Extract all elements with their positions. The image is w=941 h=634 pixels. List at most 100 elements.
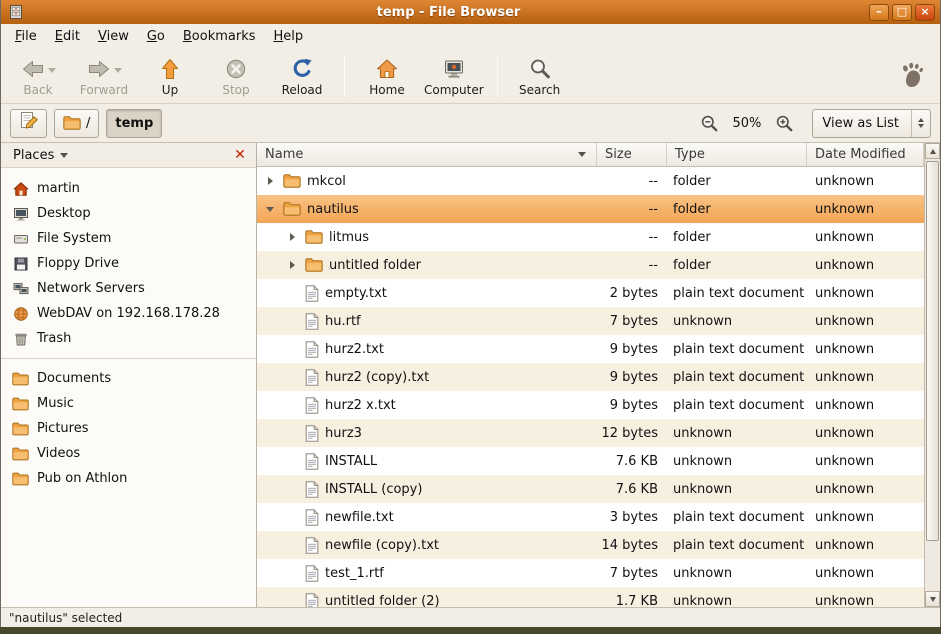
- content-area: Places ✕ martin Desktop File System Floppy …: [1, 143, 940, 607]
- menu-help[interactable]: Help: [265, 26, 313, 47]
- column-header-type[interactable]: Type: [667, 143, 807, 167]
- current-path-button[interactable]: temp: [106, 109, 162, 138]
- table-row[interactable]: newfile (copy).txt14 bytesplain text doc…: [257, 531, 924, 559]
- file-name: untitled folder (2): [325, 594, 440, 608]
- reload-button[interactable]: Reload: [273, 52, 331, 100]
- column-header-size[interactable]: Size: [597, 143, 667, 167]
- table-row[interactable]: hurz312 bytesunknownunknown: [257, 419, 924, 447]
- table-row[interactable]: INSTALL (copy)7.6 KBunknownunknown: [257, 475, 924, 503]
- root-path-button[interactable]: /: [54, 109, 99, 138]
- expand-arrow-icon[interactable]: [263, 177, 277, 185]
- maximize-button[interactable]: □: [892, 4, 912, 21]
- table-row[interactable]: mkcol--folderunknown: [257, 167, 924, 195]
- document-icon: [305, 397, 319, 414]
- column-header-date-modified[interactable]: Date Modified: [807, 143, 924, 167]
- menu-bookmarks[interactable]: Bookmarks: [174, 26, 265, 47]
- close-button[interactable]: ×: [915, 4, 935, 21]
- scrollbar-thumb[interactable]: [926, 161, 939, 541]
- expand-arrow-icon[interactable]: [285, 261, 299, 269]
- edit-location-icon: [19, 111, 39, 135]
- column-header-name-label: Name: [265, 147, 303, 162]
- stop-button: Stop: [207, 52, 265, 100]
- gnome-foot-icon[interactable]: [900, 62, 924, 90]
- computer-button[interactable]: Computer: [424, 52, 484, 100]
- file-name: empty.txt: [325, 286, 387, 301]
- toolbar-button-label: Back: [23, 83, 52, 97]
- file-size: 9 bytes: [597, 370, 667, 385]
- current-path-label: temp: [115, 116, 153, 131]
- titlebar[interactable]: temp - File Browser – □ ×: [1, 0, 940, 24]
- sidebar-item-trash[interactable]: Trash: [1, 326, 256, 351]
- sidebar-item-pictures[interactable]: Pictures: [1, 416, 256, 441]
- file-date-modified: unknown: [807, 566, 924, 581]
- sidebar-item-videos[interactable]: Videos: [1, 441, 256, 466]
- table-row[interactable]: hu.rtf7 bytesunknownunknown: [257, 307, 924, 335]
- table-row[interactable]: nautilus--folderunknown: [257, 195, 924, 223]
- file-list-pane: Name Size Type Date Modified mkcol--fold…: [257, 143, 940, 607]
- arrow-up-icon: [158, 57, 182, 81]
- places-list: martin Desktop File System Floppy Drive Netw…: [1, 168, 256, 607]
- zoom-out-button[interactable]: [697, 110, 723, 136]
- scroll-down-button[interactable]: [925, 591, 940, 607]
- toolbar-button-label: Home: [369, 83, 404, 97]
- file-type: unknown: [667, 482, 807, 497]
- file-name: hurz2.txt: [325, 342, 384, 357]
- table-row[interactable]: untitled folder (2)1.7 KBunknownunknown: [257, 587, 924, 607]
- sidebar-close-icon[interactable]: ✕: [230, 145, 250, 165]
- root-path-label: /: [86, 116, 90, 131]
- home-icon: [375, 57, 399, 81]
- menu-file[interactable]: File: [6, 26, 46, 47]
- sidebar-item-floppy-drive[interactable]: Floppy Drive: [1, 251, 256, 276]
- table-row[interactable]: test_1.rtf7 bytesunknownunknown: [257, 559, 924, 587]
- collapse-arrow-icon[interactable]: [263, 207, 277, 212]
- table-row[interactable]: hurz2 x.txt9 bytesplain text documentunk…: [257, 391, 924, 419]
- places-dropdown[interactable]: Places: [7, 146, 74, 165]
- sidebar-item-network-servers[interactable]: Network Servers: [1, 276, 256, 301]
- file-name: hurz3: [325, 426, 362, 441]
- sidebar-item-webdav-on-192-168-178-28[interactable]: WebDAV on 192.168.178.28: [1, 301, 256, 326]
- table-row[interactable]: untitled folder--folderunknown: [257, 251, 924, 279]
- sidebar-item-file-system[interactable]: File System: [1, 226, 256, 251]
- folder-icon: [283, 174, 301, 188]
- sidebar-item-label: Trash: [37, 331, 71, 346]
- file-type: plain text document: [667, 342, 807, 357]
- menubar: FileEditViewGoBookmarksHelp: [1, 24, 940, 49]
- minimize-button[interactable]: –: [869, 4, 889, 21]
- table-row[interactable]: litmus--folderunknown: [257, 223, 924, 251]
- status-text: "nautilus" selected: [9, 611, 122, 625]
- edit-location-button[interactable]: [10, 109, 47, 138]
- sidebar-item-martin[interactable]: martin: [1, 176, 256, 201]
- home-button[interactable]: Home: [358, 52, 416, 100]
- file-type: plain text document: [667, 510, 807, 525]
- vertical-scrollbar[interactable]: [924, 143, 940, 607]
- scrollbar-track[interactable]: [925, 159, 940, 591]
- table-row[interactable]: empty.txt2 bytesplain text documentunkno…: [257, 279, 924, 307]
- document-icon: [305, 425, 319, 442]
- view-mode-select[interactable]: View as List: [812, 109, 931, 138]
- search-button[interactable]: Search: [511, 52, 569, 100]
- sidebar-item-label: Desktop: [37, 206, 91, 221]
- up-button[interactable]: Up: [141, 52, 199, 100]
- file-size: 12 bytes: [597, 426, 667, 441]
- menu-edit[interactable]: Edit: [46, 26, 89, 47]
- column-header-name[interactable]: Name: [257, 143, 597, 167]
- table-row[interactable]: newfile.txt3 bytesplain text documentunk…: [257, 503, 924, 531]
- sidebar-item-desktop[interactable]: Desktop: [1, 201, 256, 226]
- table-row[interactable]: hurz2 (copy).txt9 bytesplain text docume…: [257, 363, 924, 391]
- sidebar-item-music[interactable]: Music: [1, 391, 256, 416]
- menu-view[interactable]: View: [89, 26, 138, 47]
- sidebar-item-pub-on-athlon[interactable]: Pub on Athlon: [1, 466, 256, 491]
- document-icon: [305, 341, 319, 358]
- menu-go[interactable]: Go: [138, 26, 174, 47]
- sidebar-item-label: Floppy Drive: [37, 256, 119, 271]
- sidebar-item-documents[interactable]: Documents: [1, 366, 256, 391]
- table-row[interactable]: hurz2.txt9 bytesplain text documentunkno…: [257, 335, 924, 363]
- folder-icon: [305, 230, 323, 244]
- sidebar-item-label: Documents: [37, 371, 111, 386]
- scroll-up-button[interactable]: [925, 143, 940, 159]
- file-size: 1.7 KB: [597, 594, 667, 608]
- folder-icon: [305, 258, 323, 272]
- table-row[interactable]: INSTALL7.6 KBunknownunknown: [257, 447, 924, 475]
- zoom-in-button[interactable]: [771, 110, 797, 136]
- expand-arrow-icon[interactable]: [285, 233, 299, 241]
